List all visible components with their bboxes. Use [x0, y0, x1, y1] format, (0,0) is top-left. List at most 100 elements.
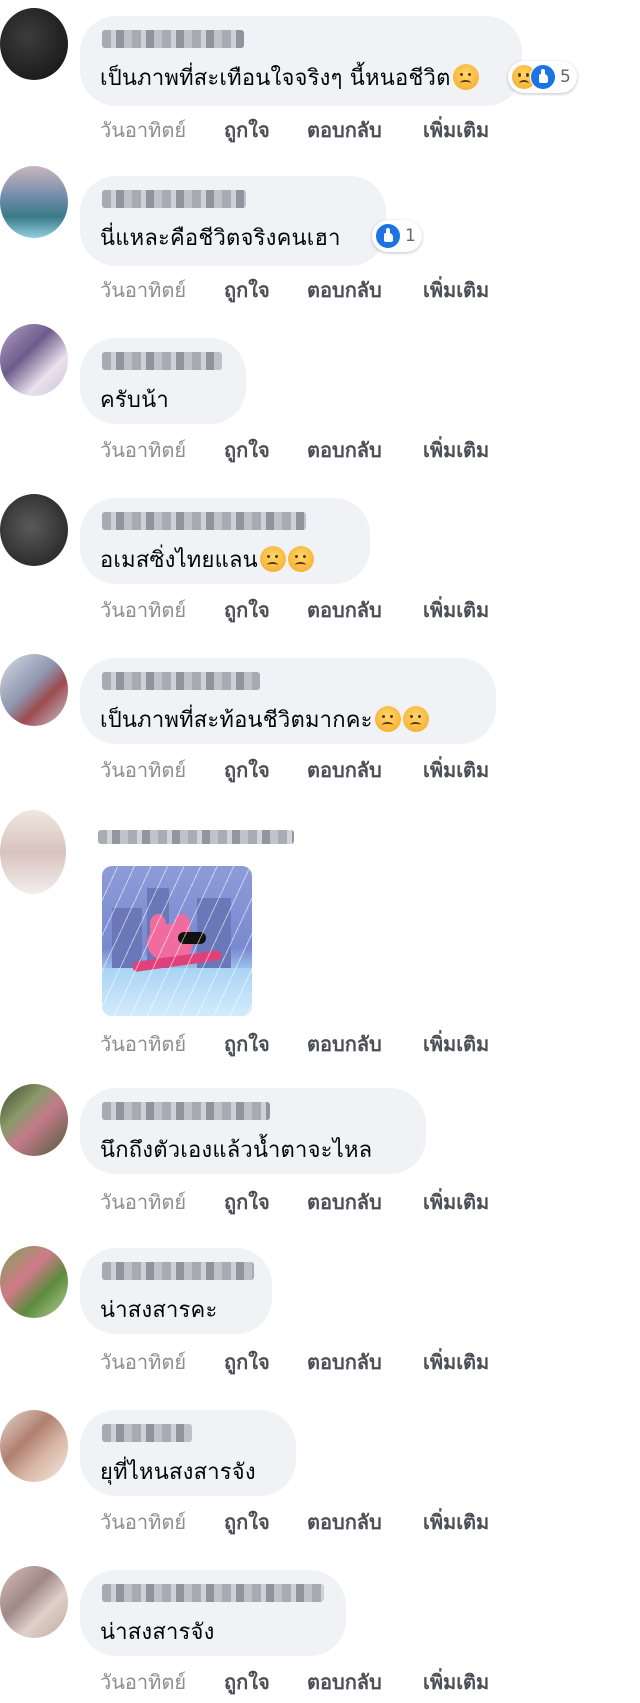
comment-actions: วันอาทิตย์ ถูกใจ ตอบกลับ เพิ่มเติม [100, 1506, 489, 1538]
comment-bubble: เป็นภาพที่สะท้อนชีวิตมากคะ [80, 658, 496, 744]
reaction-summary[interactable]: 1 [372, 220, 422, 252]
more-button[interactable]: เพิ่มเติม [423, 1346, 489, 1378]
commenter-name-blurred[interactable] [102, 1584, 324, 1602]
comment-text: อเมสซิ่งไทยแลน [100, 542, 314, 577]
more-button[interactable]: เพิ่มเติม [423, 754, 489, 786]
comment-text: น่าสงสารคะ [100, 1298, 218, 1323]
commenter-name-blurred[interactable] [102, 1424, 192, 1442]
avatar[interactable] [0, 1410, 68, 1482]
avatar[interactable] [0, 1566, 68, 1638]
comment-bubble: ครับน้า [80, 338, 246, 424]
reaction-summary[interactable]: 5 [508, 61, 577, 93]
comment-text: เป็นภาพที่สะเทือนใจจริงๆ นี้หนอชีวิต [100, 60, 479, 95]
comment-bubble: นี่แหละคือชีวิตจริงคนเฮา [80, 176, 386, 266]
sad-emoji-icon [452, 64, 479, 90]
commenter-name-blurred[interactable] [102, 352, 222, 370]
comment-timestamp[interactable]: วันอาทิตย์ [100, 114, 224, 146]
more-button[interactable]: เพิ่มเติม [423, 1666, 489, 1698]
avatar[interactable] [0, 494, 68, 566]
comment-timestamp[interactable]: วันอาทิตย์ [100, 434, 224, 466]
reply-button[interactable]: ตอบกลับ [307, 594, 423, 626]
comment-bubble: อเมสซิ่งไทยแลน [80, 498, 370, 584]
more-button[interactable]: เพิ่มเติม [423, 434, 489, 466]
comment-timestamp[interactable]: วันอาทิตย์ [100, 1186, 224, 1218]
comment-actions: วันอาทิตย์ ถูกใจ ตอบกลับ เพิ่มเติม [100, 594, 489, 626]
like-button[interactable]: ถูกใจ [224, 1346, 307, 1378]
like-button[interactable]: ถูกใจ [224, 1186, 307, 1218]
more-button[interactable]: เพิ่มเติม [423, 594, 489, 626]
reply-button[interactable]: ตอบกลับ [307, 1186, 423, 1218]
comment-text: ครับน้า [100, 388, 169, 413]
commenter-name-blurred[interactable] [102, 190, 246, 208]
reply-button[interactable]: ตอบกลับ [307, 1666, 423, 1698]
reply-button[interactable]: ตอบกลับ [307, 1506, 423, 1538]
disappointed-emoji-icon [259, 546, 286, 572]
avatar[interactable] [0, 166, 68, 238]
comment-bubble: น่าสงสารคะ [80, 1248, 272, 1334]
reply-button[interactable]: ตอบกลับ [307, 274, 423, 306]
like-button[interactable]: ถูกใจ [224, 594, 307, 626]
more-button[interactable]: เพิ่มเติม [423, 114, 489, 146]
like-button[interactable]: ถูกใจ [224, 1506, 307, 1538]
commenter-name-blurred[interactable] [102, 30, 244, 48]
comment-text: เป็นภาพที่สะท้อนชีวิตมากคะ [100, 702, 429, 737]
pig-swimming-in-rain-sticker[interactable] [102, 866, 252, 1016]
comment-bubble: น่าสงสารจัง [80, 1570, 346, 1656]
more-button[interactable]: เพิ่มเติม [423, 1028, 489, 1060]
comment-text: น่าสงสารจัง [100, 1620, 215, 1645]
comment-timestamp[interactable]: วันอาทิตย์ [100, 754, 224, 786]
comment-timestamp[interactable]: วันอาทิตย์ [100, 1346, 224, 1378]
avatar[interactable] [0, 1246, 68, 1318]
commenter-name-blurred[interactable] [102, 1262, 254, 1280]
avatar[interactable] [0, 654, 68, 726]
reaction-count: 5 [560, 67, 571, 87]
commenter-name-blurred[interactable] [102, 672, 260, 690]
more-button[interactable]: เพิ่มเติม [423, 1186, 489, 1218]
like-button[interactable]: ถูกใจ [224, 754, 307, 786]
reply-button[interactable]: ตอบกลับ [307, 434, 423, 466]
commenter-name-blurred[interactable] [98, 830, 294, 844]
comment-timestamp[interactable]: วันอาทิตย์ [100, 1506, 224, 1538]
comment-thread: เป็นภาพที่สะเทือนใจจริงๆ นี้หนอชีวิต 5 ว… [0, 0, 640, 1703]
more-button[interactable]: เพิ่มเติม [423, 1506, 489, 1538]
more-button[interactable]: เพิ่มเติม [423, 274, 489, 306]
comment-timestamp[interactable]: วันอาทิตย์ [100, 1666, 224, 1698]
comment-actions: วันอาทิตย์ ถูกใจ ตอบกลับ เพิ่มเติม [100, 114, 489, 146]
comment-actions: วันอาทิตย์ ถูกใจ ตอบกลับ เพิ่มเติม [100, 754, 489, 786]
sad-emoji-icon [374, 706, 401, 732]
reply-button[interactable]: ตอบกลับ [307, 1346, 423, 1378]
comment-actions: วันอาทิตย์ ถูกใจ ตอบกลับ เพิ่มเติม [100, 1666, 489, 1698]
reply-button[interactable]: ตอบกลับ [307, 114, 423, 146]
commenter-name-blurred[interactable] [102, 1102, 270, 1120]
avatar[interactable] [0, 324, 68, 396]
reply-button[interactable]: ตอบกลับ [307, 754, 423, 786]
comment-actions: วันอาทิตย์ ถูกใจ ตอบกลับ เพิ่มเติม [100, 1186, 489, 1218]
comment-actions: วันอาทิตย์ ถูกใจ ตอบกลับ เพิ่มเติม [100, 1346, 489, 1378]
comment-actions: วันอาทิตย์ ถูกใจ ตอบกลับ เพิ่มเติม [100, 274, 489, 306]
reaction-count: 1 [405, 226, 416, 246]
sad-emoji-icon [402, 706, 429, 732]
like-reaction-icon [375, 223, 401, 249]
reply-button[interactable]: ตอบกลับ [307, 1028, 423, 1060]
avatar[interactable] [0, 810, 66, 894]
like-button[interactable]: ถูกใจ [224, 114, 307, 146]
comment-timestamp[interactable]: วันอาทิตย์ [100, 274, 224, 306]
like-button[interactable]: ถูกใจ [224, 434, 307, 466]
avatar[interactable] [0, 1084, 68, 1156]
like-button[interactable]: ถูกใจ [224, 274, 307, 306]
like-reaction-icon [530, 64, 556, 90]
comment-text: ยุที่ไหนสงสารจัง [100, 1460, 256, 1485]
comment-text: นี่แหละคือชีวิตจริงคนเฮา [100, 226, 341, 251]
avatar[interactable] [0, 8, 68, 80]
comment-bubble: นึกถึงตัวเองแล้วน้ำตาจะไหล [80, 1088, 426, 1174]
comment-bubble: เป็นภาพที่สะเทือนใจจริงๆ นี้หนอชีวิต [80, 16, 522, 106]
comment-actions: วันอาทิตย์ ถูกใจ ตอบกลับ เพิ่มเติม [100, 434, 489, 466]
thinking-emoji-icon [287, 546, 314, 572]
comment-actions: วันอาทิตย์ ถูกใจ ตอบกลับ เพิ่มเติม [100, 1028, 489, 1060]
comment-timestamp[interactable]: วันอาทิตย์ [100, 594, 224, 626]
comment-bubble: ยุที่ไหนสงสารจัง [80, 1410, 296, 1496]
comment-timestamp[interactable]: วันอาทิตย์ [100, 1028, 224, 1060]
like-button[interactable]: ถูกใจ [224, 1028, 307, 1060]
commenter-name-blurred[interactable] [102, 512, 306, 530]
like-button[interactable]: ถูกใจ [224, 1666, 307, 1698]
